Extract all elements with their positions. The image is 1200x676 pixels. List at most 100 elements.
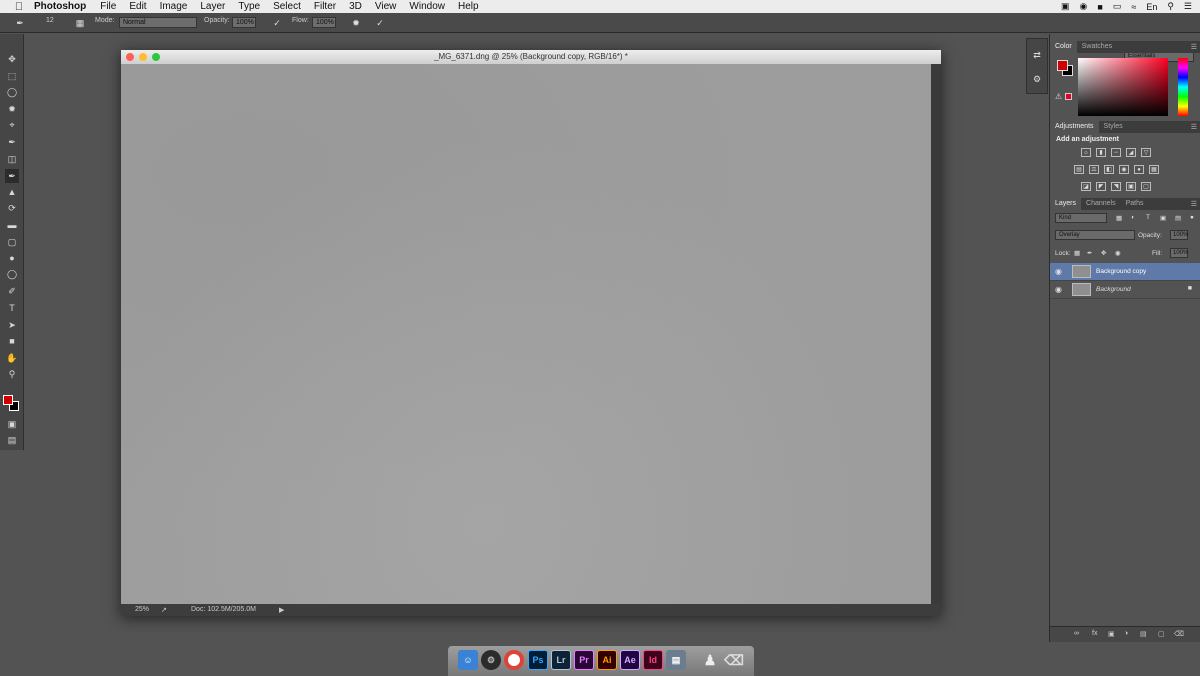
pressure-opacity-icon[interactable]: ✓ xyxy=(271,17,283,29)
path-selection-tool-icon[interactable]: ➤ xyxy=(5,318,19,332)
finder-icon[interactable]: ☺ xyxy=(458,650,478,670)
panel-menu-icon[interactable]: ☰ xyxy=(1191,43,1197,51)
dodge-tool-icon[interactable]: ◯ xyxy=(5,267,19,281)
eraser-tool-icon[interactable]: ▬ xyxy=(5,218,19,232)
fill-field[interactable]: 100% xyxy=(1170,248,1188,258)
document-titlebar[interactable]: _MG_6371.dng @ 25% (Background copy, RGB… xyxy=(121,50,941,64)
color-spectrum-field[interactable] xyxy=(1078,58,1168,116)
filter-smart-object-icon[interactable]: ▤ xyxy=(1175,214,1181,222)
menu-window[interactable]: Window xyxy=(409,1,445,12)
illustrator-app-icon[interactable]: Ai xyxy=(597,650,617,670)
type-tool-icon[interactable]: T xyxy=(5,301,19,315)
tab-swatches[interactable]: Swatches xyxy=(1077,41,1117,53)
spacer-figure-icon[interactable]: ♟ xyxy=(700,650,720,670)
invert-icon[interactable]: ◪ xyxy=(1081,182,1091,191)
filter-type-icon[interactable]: T xyxy=(1146,214,1150,221)
brush-tool-preset-icon[interactable]: ✒ xyxy=(14,17,26,29)
quick-mask-icon[interactable]: ▣ xyxy=(5,417,19,431)
menu-filter[interactable]: Filter xyxy=(314,1,336,12)
vibrance-icon[interactable]: ▽ xyxy=(1141,148,1151,157)
quick-selection-tool-icon[interactable]: ✹ xyxy=(5,102,19,116)
pressure-size-icon[interactable]: ✓ xyxy=(374,17,386,29)
menu-layer[interactable]: Layer xyxy=(200,1,225,12)
menu-file[interactable]: File xyxy=(100,1,116,12)
link-layers-icon[interactable]: ∞ xyxy=(1074,630,1079,637)
zoom-tool-icon[interactable]: ⚲ xyxy=(5,367,19,381)
tab-layers[interactable]: Layers xyxy=(1050,198,1082,210)
indesign-app-icon[interactable]: Id xyxy=(643,650,663,670)
new-adjustment-layer-icon[interactable]: ◑ xyxy=(1124,630,1128,637)
menu-view[interactable]: View xyxy=(375,1,397,12)
history-brush-tool-icon[interactable]: ⟳ xyxy=(5,201,19,215)
vertical-scrollbar[interactable] xyxy=(931,64,941,604)
gradient-tool-icon[interactable]: ▢ xyxy=(5,235,19,249)
layer-row[interactable]: ◉ Background copy xyxy=(1050,263,1200,281)
foreground-color-swatch[interactable] xyxy=(3,395,13,405)
zoom-level[interactable]: 25% xyxy=(135,606,149,613)
layer-name[interactable]: Background xyxy=(1096,286,1131,293)
status-menu-arrow-icon[interactable]: ▶ xyxy=(279,606,284,614)
steam-icon[interactable]: ⚙ xyxy=(481,650,501,670)
dropbox-icon[interactable]: ■ xyxy=(1097,2,1102,12)
airbrush-icon[interactable]: ✹ xyxy=(350,17,362,29)
spotlight-icon[interactable]: ⚲ xyxy=(1167,1,1174,12)
image-canvas[interactable] xyxy=(121,64,931,604)
apple-icon[interactable]:  xyxy=(12,1,26,13)
brightness-contrast-icon[interactable]: ☼ xyxy=(1081,148,1091,157)
history-panel-icon[interactable]: ⇄ xyxy=(1031,49,1043,61)
visibility-eye-icon[interactable]: ◉ xyxy=(1055,267,1062,276)
lock-image-icon[interactable]: ✒ xyxy=(1087,249,1092,257)
layer-row[interactable]: ◉ Background ■ xyxy=(1050,281,1200,299)
tab-styles[interactable]: Styles xyxy=(1099,121,1128,133)
exposure-icon[interactable]: ◢ xyxy=(1126,148,1136,157)
close-window-icon[interactable] xyxy=(126,53,134,61)
layer-name[interactable]: Background copy xyxy=(1096,268,1146,275)
healing-brush-tool-icon[interactable]: ◫ xyxy=(5,152,19,166)
minimize-window-icon[interactable] xyxy=(139,53,147,61)
lock-all-icon[interactable]: ◉ xyxy=(1115,249,1121,257)
color-lookup-icon[interactable]: ▦ xyxy=(1149,165,1159,174)
menu-help[interactable]: Help xyxy=(458,1,479,12)
hand-tool-icon[interactable]: ✋ xyxy=(5,351,19,365)
hue-saturation-icon[interactable]: ▤ xyxy=(1074,165,1084,174)
layer-filter-kind-select[interactable]: Kind xyxy=(1055,213,1107,223)
new-layer-icon[interactable]: ▢ xyxy=(1158,630,1165,638)
wifi-icon[interactable]: ≈ xyxy=(1131,2,1136,12)
gamut-swatch[interactable] xyxy=(1065,93,1072,100)
lock-position-icon[interactable]: ✥ xyxy=(1101,249,1106,257)
brush-size[interactable]: 12 xyxy=(46,17,54,24)
color-panel-foreground-swatch[interactable] xyxy=(1057,60,1068,71)
battery-icon[interactable]: ▭ xyxy=(1113,1,1122,12)
hue-slider[interactable] xyxy=(1178,58,1188,116)
curves-icon[interactable]: ∽ xyxy=(1111,148,1121,157)
selective-color-icon[interactable]: ▣ xyxy=(1126,182,1136,191)
blend-mode-select[interactable]: Overlay xyxy=(1055,230,1135,240)
levels-icon[interactable]: ▮ xyxy=(1096,148,1106,157)
filter-pixel-icon[interactable]: ▦ xyxy=(1116,214,1122,222)
move-tool-icon[interactable]: ✥ xyxy=(5,52,19,66)
notifications-icon[interactable]: ☰ xyxy=(1184,1,1192,12)
shape-tool-icon[interactable]: ■ xyxy=(5,334,19,348)
new-group-icon[interactable]: ▤ xyxy=(1140,630,1147,638)
crop-tool-icon[interactable]: ⌖ xyxy=(5,118,19,132)
filter-toggle-icon[interactable]: ● xyxy=(1190,214,1194,221)
add-mask-icon[interactable]: ▣ xyxy=(1108,630,1115,638)
black-white-icon[interactable]: ◧ xyxy=(1104,165,1114,174)
posterize-icon[interactable]: ◤ xyxy=(1096,182,1106,191)
screen-mode-icon[interactable]: ▤ xyxy=(5,433,19,447)
trash-icon[interactable]: ⌫ xyxy=(724,650,744,670)
marquee-tool-icon[interactable]: ⬚ xyxy=(5,69,19,83)
threshold-icon[interactable]: ◥ xyxy=(1111,182,1121,191)
menu-type[interactable]: Type xyxy=(238,1,260,12)
brush-tool-icon[interactable]: ✒ xyxy=(5,169,19,183)
menu-image[interactable]: Image xyxy=(160,1,188,12)
filter-shape-icon[interactable]: ▣ xyxy=(1160,214,1166,222)
flow-field[interactable]: 100% xyxy=(312,17,336,28)
lightroom-app-icon[interactable]: Lr xyxy=(551,650,571,670)
record-icon[interactable]: ◉ xyxy=(1080,1,1088,12)
menu-edit[interactable]: Edit xyxy=(129,1,146,12)
clone-stamp-tool-icon[interactable]: ▲ xyxy=(5,185,19,199)
premiere-app-icon[interactable]: Pr xyxy=(574,650,594,670)
tab-channels[interactable]: Channels xyxy=(1081,198,1121,210)
tab-adjustments[interactable]: Adjustments xyxy=(1050,121,1099,133)
